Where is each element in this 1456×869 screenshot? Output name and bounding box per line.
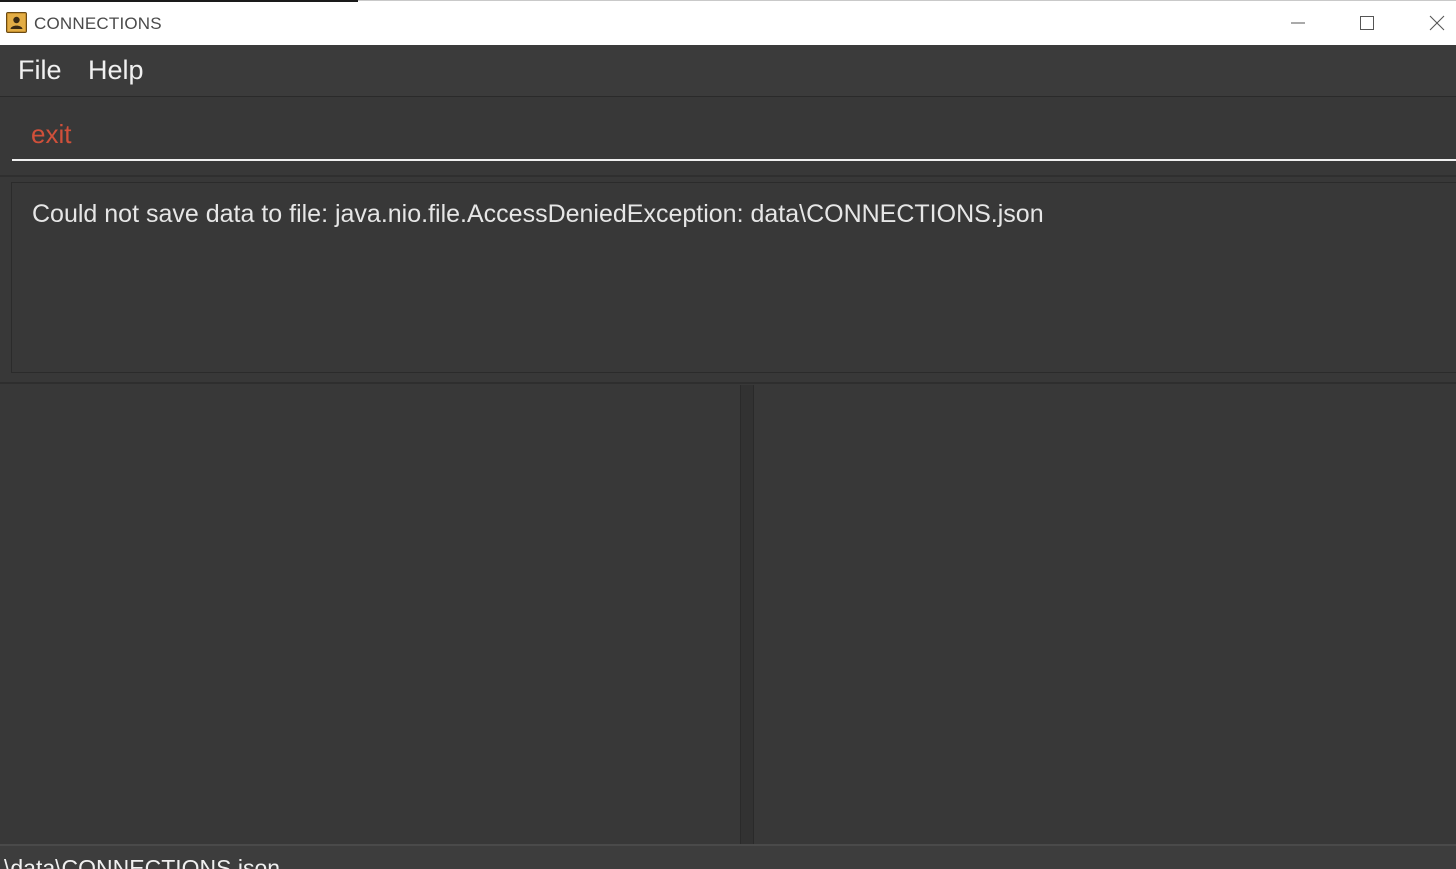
status-bar: \data\CONNECTIONS.json xyxy=(0,844,1456,869)
command-input-value: exit xyxy=(31,119,72,149)
result-display[interactable]: Could not save data to file: java.nio.fi… xyxy=(11,182,1456,373)
save-location-path: \data\CONNECTIONS.json xyxy=(4,855,281,869)
person-list-panel[interactable] xyxy=(0,385,740,844)
command-box-area: exit xyxy=(0,97,1456,177)
title-bar[interactable]: CONNECTIONS xyxy=(0,0,1456,45)
address-book-icon xyxy=(6,12,27,33)
app-window: CONNECTIONS File Help exit Could not sav… xyxy=(0,0,1456,869)
maximize-icon xyxy=(1360,16,1374,30)
window-title: CONNECTIONS xyxy=(34,14,162,33)
title-bar-edge xyxy=(0,0,358,2)
maximize-button[interactable] xyxy=(1344,1,1390,45)
split-pane-divider[interactable] xyxy=(740,385,754,844)
close-icon xyxy=(1429,15,1445,31)
menu-help[interactable]: Help xyxy=(88,55,144,86)
menu-bar: File Help xyxy=(0,45,1456,97)
minimize-icon xyxy=(1291,22,1305,24)
detail-panel[interactable] xyxy=(754,385,1456,844)
result-display-area: Could not save data to file: java.nio.fi… xyxy=(0,177,1456,384)
minimize-button[interactable] xyxy=(1275,1,1321,45)
result-message: Could not save data to file: java.nio.fi… xyxy=(32,200,1044,228)
close-button[interactable] xyxy=(1414,1,1456,45)
command-input[interactable]: exit xyxy=(12,97,1456,161)
menu-file[interactable]: File xyxy=(18,55,62,86)
